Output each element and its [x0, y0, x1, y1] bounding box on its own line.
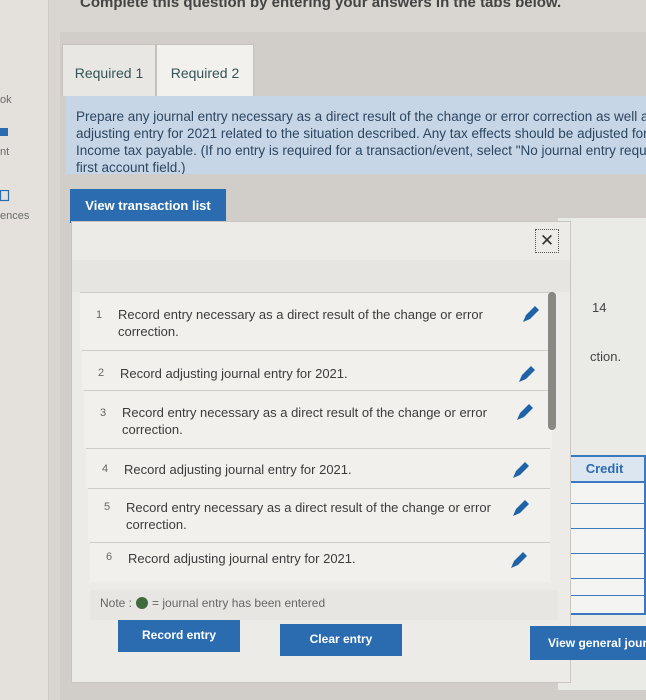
instructions-text: Prepare any journal entry necessary as a… — [76, 109, 646, 174]
transaction-text: Record entry necessary as a direct resul… — [126, 500, 491, 532]
print-icon — [0, 128, 8, 136]
scrollbar-thumb[interactable] — [548, 292, 556, 430]
pencil-icon[interactable] — [510, 459, 532, 481]
transaction-text: Record entry necessary as a direct resul… — [122, 405, 487, 437]
right-panel-number: 14 — [592, 300, 607, 315]
credit-row-divider — [565, 528, 646, 529]
transaction-number: 6 — [106, 551, 113, 563]
tab-required-1[interactable]: Required 1 — [62, 44, 156, 96]
note-suffix: = journal entry has been entered — [152, 596, 326, 610]
sidebar-item-label: nt — [0, 146, 10, 158]
panel-header — [72, 260, 570, 292]
view-transaction-list-button[interactable]: View transaction list — [70, 189, 226, 223]
pencil-icon[interactable] — [510, 497, 532, 519]
transaction-text: Record adjusting journal entry for 2021. — [124, 462, 352, 477]
record-entry-button[interactable]: Record entry — [118, 620, 240, 652]
sidebar-item-label: ences — [0, 210, 30, 222]
transaction-item[interactable]: 1 Record entry necessary as a direct res… — [80, 292, 554, 350]
sidebar: ok nt ences — [0, 0, 49, 700]
transaction-number: 5 — [104, 501, 111, 513]
right-panel-text: ction. — [590, 349, 622, 364]
sidebar-item-print[interactable]: nt — [0, 118, 44, 172]
sidebar-item-book[interactable]: ok — [0, 66, 44, 120]
transaction-number: 4 — [102, 463, 109, 475]
pencil-icon[interactable] — [520, 303, 542, 325]
transaction-number: 2 — [98, 367, 105, 379]
transaction-item[interactable]: 2 Record adjusting journal entry for 202… — [82, 350, 554, 390]
pencil-icon[interactable] — [516, 363, 538, 385]
pencil-icon[interactable] — [514, 401, 536, 423]
transaction-text: Record adjusting journal entry for 2021. — [120, 366, 348, 381]
note-prefix: Note : — [100, 596, 133, 610]
transaction-item[interactable]: 4 Record adjusting journal entry for 202… — [86, 448, 550, 488]
transaction-item[interactable]: 6 Record adjusting journal entry for 202… — [90, 542, 550, 582]
transaction-text: Record adjusting journal entry for 2021. — [128, 551, 356, 566]
transaction-text: Record entry necessary as a direct resul… — [118, 307, 483, 339]
pencil-icon[interactable] — [508, 549, 530, 571]
journal-panel-edge — [558, 218, 646, 690]
credit-row-divider — [565, 553, 646, 554]
transaction-number: 3 — [100, 407, 107, 419]
note-legend: Note : = journal entry has been entered — [90, 590, 558, 620]
references-icon — [0, 190, 10, 202]
view-general-journal-button[interactable]: View general journal — [530, 626, 646, 660]
transaction-item[interactable]: 3 Record entry necessary as a direct res… — [84, 390, 552, 448]
credit-row-divider — [565, 503, 646, 504]
close-icon[interactable]: ✕ — [535, 229, 559, 253]
tab-required-2[interactable]: Required 2 — [156, 44, 254, 96]
transaction-item[interactable]: 5 Record entry necessary as a direct res… — [88, 488, 550, 542]
sidebar-item-references[interactable]: ences — [0, 182, 44, 236]
transaction-number: 1 — [96, 309, 103, 321]
credit-header: Credit — [563, 455, 646, 483]
entered-dot-icon — [136, 597, 149, 609]
sidebar-item-label: ok — [0, 94, 12, 106]
credit-row-divider — [565, 595, 646, 596]
page-title: Complete this question by entering your … — [80, 0, 562, 11]
credit-row-divider — [565, 578, 646, 579]
instructions-box: Prepare any journal entry necessary as a… — [66, 96, 646, 174]
clear-entry-button[interactable]: Clear entry — [280, 624, 402, 656]
